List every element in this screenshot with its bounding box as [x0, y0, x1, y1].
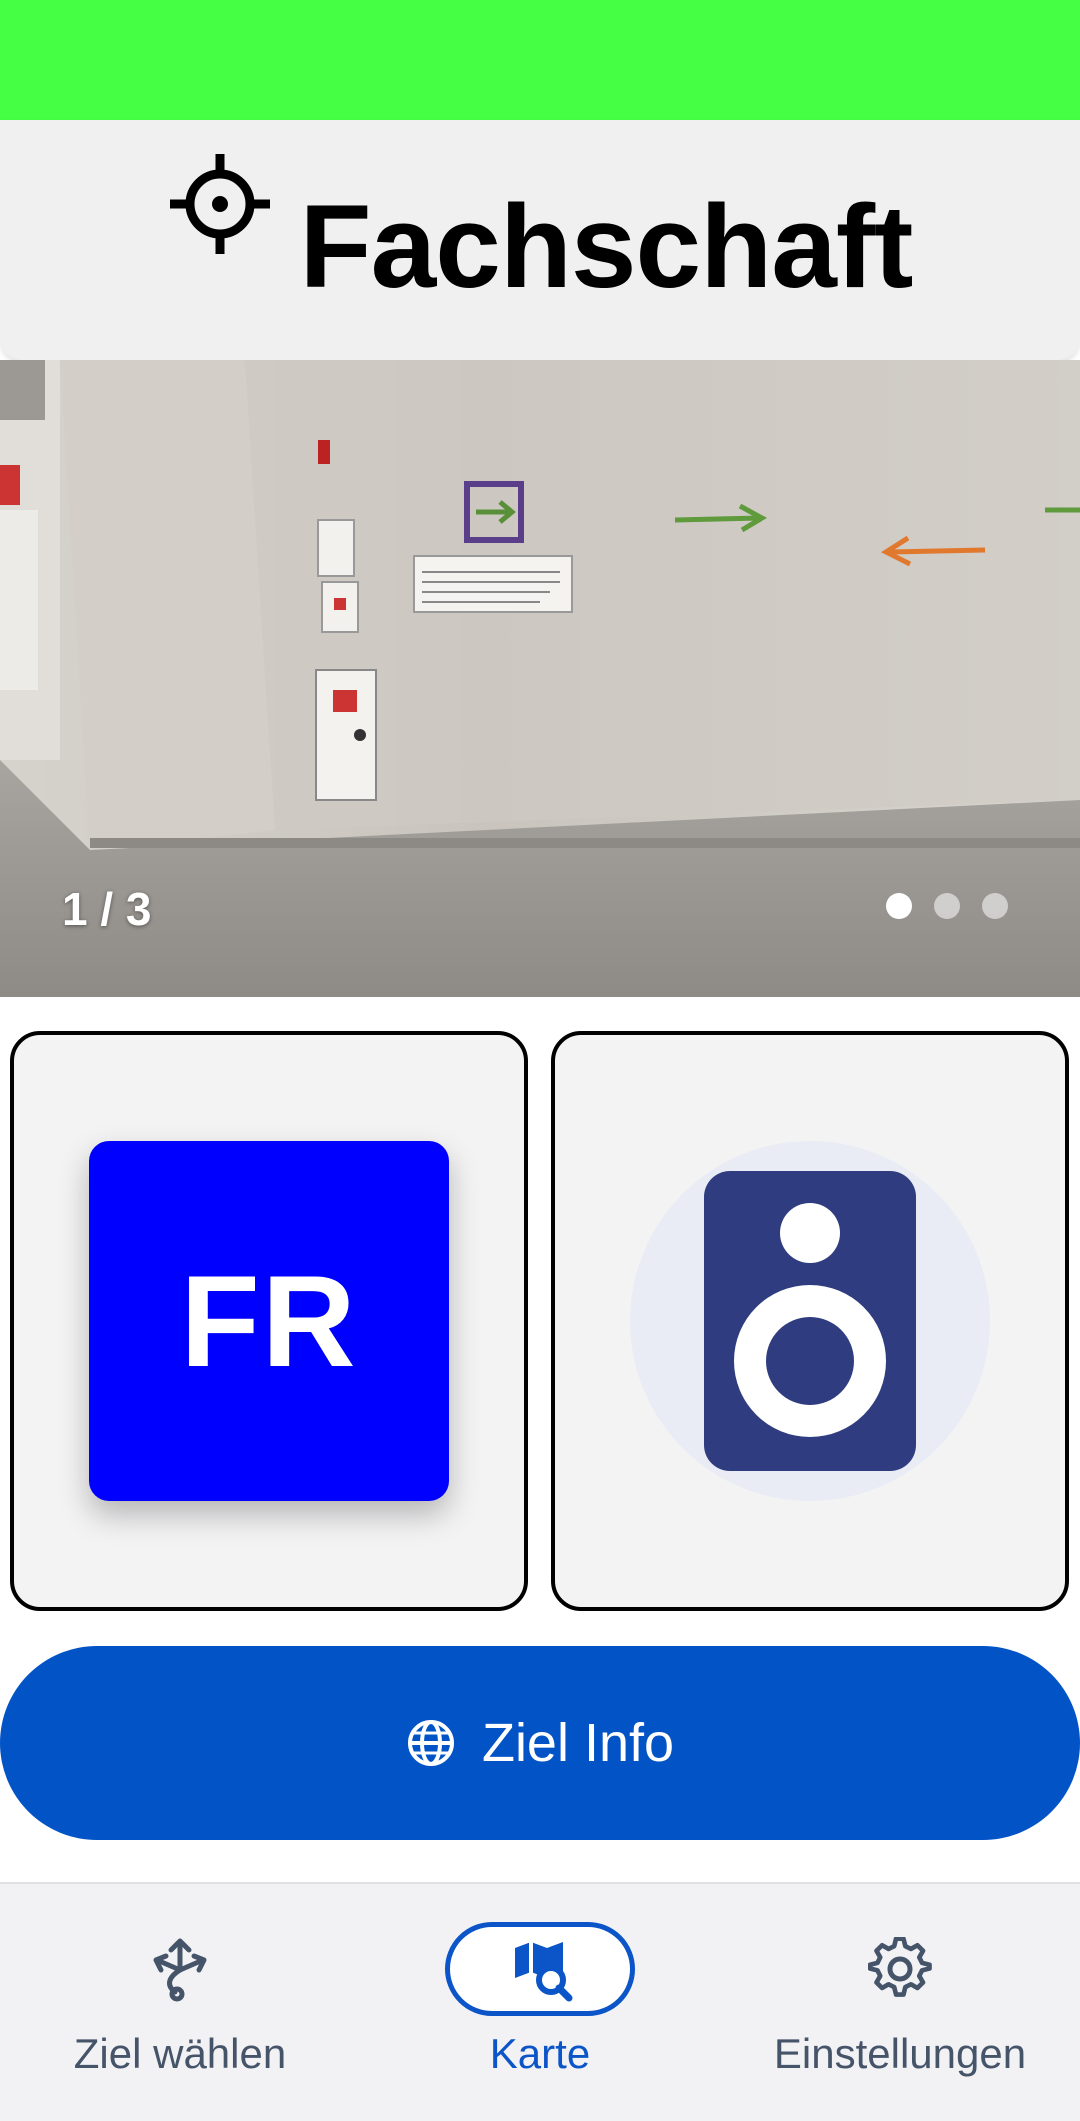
carousel-dot-3[interactable]	[982, 893, 1008, 919]
carousel-dots[interactable]	[886, 893, 1008, 919]
nav-label: Karte	[489, 2030, 591, 2077]
nav-label: Einstellungen	[773, 2030, 1027, 2077]
status-bar	[0, 0, 1080, 120]
nav-ziel-waehlen[interactable]: Ziel wählen	[0, 1922, 360, 2078]
fr-tile[interactable]: FR	[10, 1031, 528, 1611]
nav-label: Ziel wählen	[73, 2030, 287, 2077]
page-title: Fachschaft	[299, 181, 914, 313]
speaker-icon	[704, 1171, 916, 1471]
carousel-counter: 1 / 3	[62, 883, 152, 935]
audio-tile[interactable]	[551, 1031, 1069, 1611]
route-icon	[153, 1938, 207, 2002]
header-card: Fachschaft	[0, 120, 1080, 360]
ziel-info-button[interactable]: Ziel Info	[0, 1646, 1080, 1840]
bottom-navigation: Ziel wählen Karte Einstellungen	[0, 1882, 1080, 2121]
nav-einstellungen[interactable]: Einstellungen	[720, 1922, 1080, 2078]
nav-karte[interactable]: Karte	[360, 1922, 720, 2078]
fr-badge: FR	[89, 1141, 449, 1501]
ziel-info-label: Ziel Info	[481, 1713, 675, 1773]
map-search-icon	[515, 1942, 573, 2002]
globe-icon	[407, 1720, 454, 1766]
gear-icon	[868, 1937, 932, 1997]
carousel-dot-2[interactable]	[934, 893, 960, 919]
crosshair-icon	[169, 154, 270, 254]
carousel-dot-1[interactable]	[886, 893, 912, 919]
